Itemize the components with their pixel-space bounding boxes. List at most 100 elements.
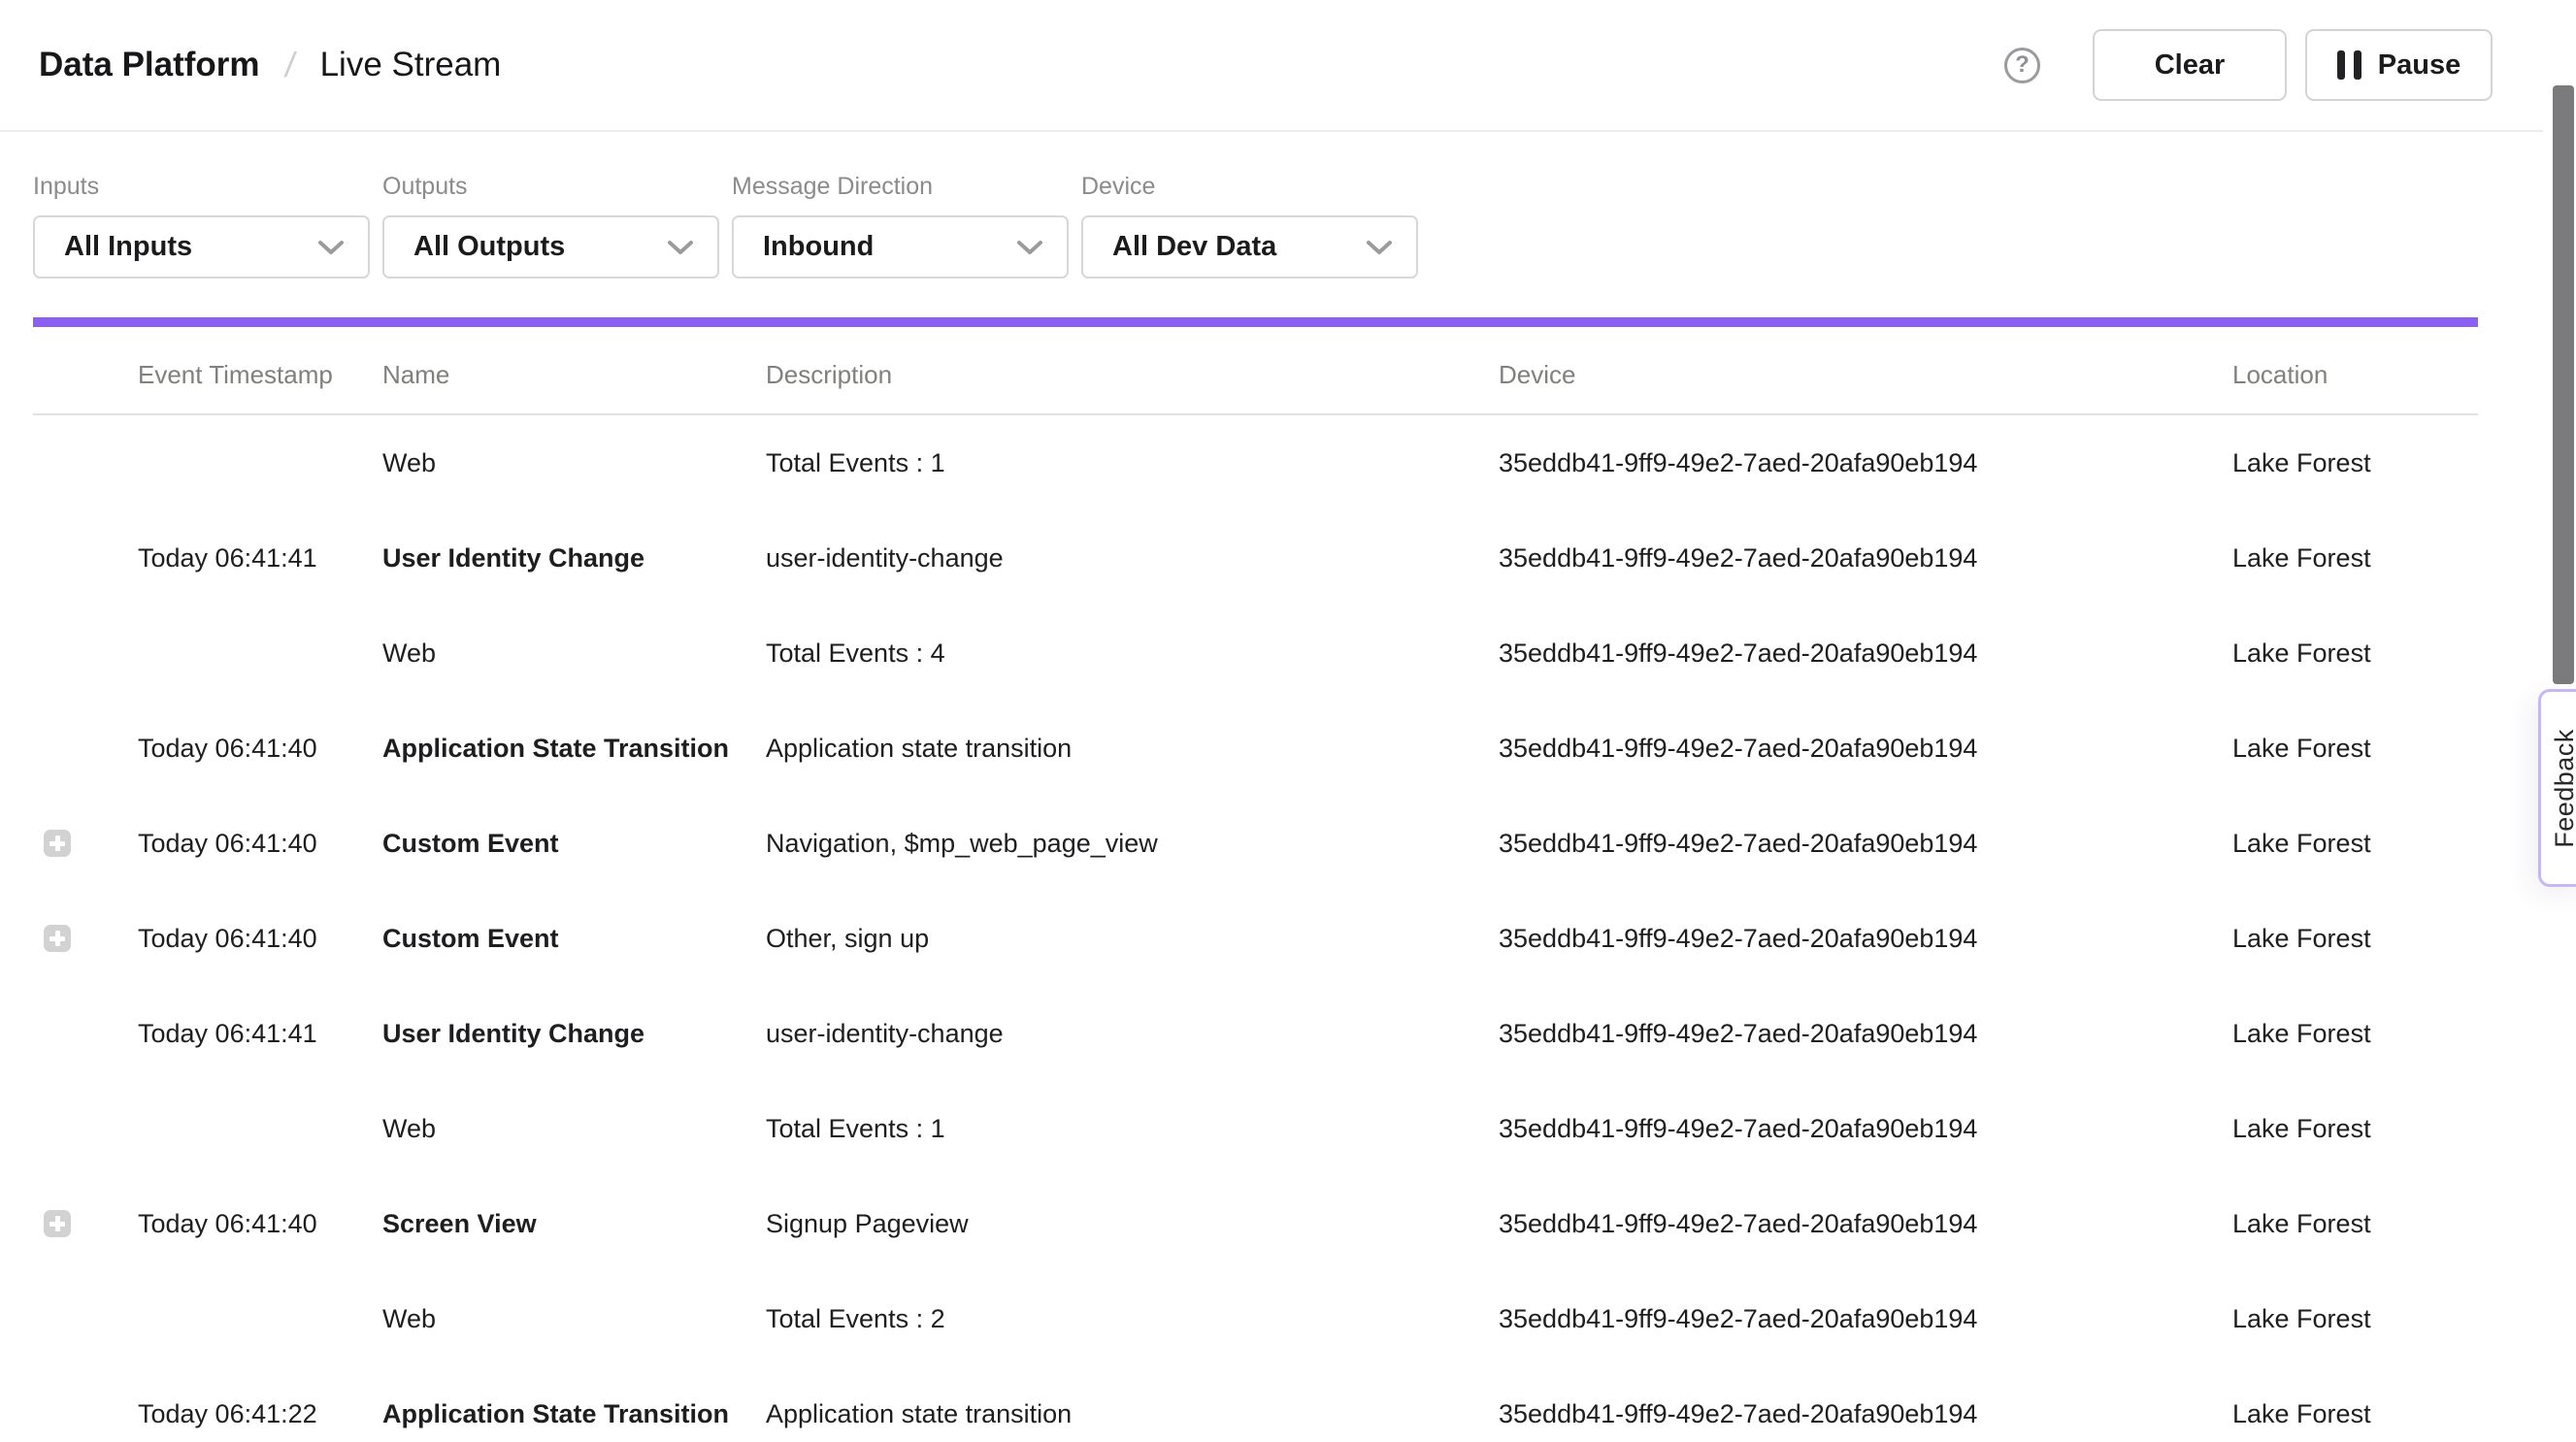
live-stream-page: Data Platform / Live Stream ? Clear Paus… (0, 0, 2576, 1442)
column-header-device: Device (1499, 360, 2232, 413)
accent-divider (33, 317, 2478, 327)
expand-cell (33, 1305, 138, 1332)
cell-location: Lake Forest (2232, 639, 2478, 669)
cell-device: 35eddb41-9ff9-49e2-7aed-20afa90eb194 (1499, 1209, 2232, 1239)
cell-event-timestamp: Today 06:41:22 (138, 1399, 382, 1429)
cell-device: 35eddb41-9ff9-49e2-7aed-20afa90eb194 (1499, 448, 2232, 478)
cell-name: User Identity Change (382, 543, 766, 574)
cell-event-timestamp: Today 06:41:40 (138, 829, 382, 859)
cell-device: 35eddb41-9ff9-49e2-7aed-20afa90eb194 (1499, 924, 2232, 954)
filter-label: Inputs (33, 173, 370, 201)
filter-label: Outputs (382, 173, 719, 201)
filter-selected-value: All Inputs (64, 231, 192, 263)
feedback-tab-label: Feedback (2550, 729, 2576, 848)
cell-description: Total Events : 4 (766, 639, 1499, 669)
feedback-tab[interactable]: Feedback (2538, 689, 2576, 887)
expand-cell (33, 1020, 138, 1047)
filter-label: Message Direction (732, 173, 1069, 201)
cell-device: 35eddb41-9ff9-49e2-7aed-20afa90eb194 (1499, 639, 2232, 669)
expand-cell (33, 925, 138, 952)
cell-description: Navigation, $mp_web_page_view (766, 829, 1499, 859)
table-row: Today 06:41:40 Custom Event Other, sign … (33, 891, 2478, 986)
page-title: Live Stream (320, 46, 502, 84)
expand-cell (33, 639, 138, 667)
help-icon[interactable]: ? (2004, 48, 2040, 83)
cell-description: Application state transition (766, 1399, 1499, 1429)
expand-cell (33, 1210, 138, 1237)
expand-button[interactable] (44, 925, 71, 952)
topbar: Data Platform / Live Stream ? Clear Paus… (0, 0, 2576, 132)
expand-cell (33, 1400, 138, 1427)
filters-bar: Inputs All Inputs Outputs All Outputs (33, 173, 1418, 279)
pause-button[interactable]: Pause (2305, 29, 2493, 101)
table-row: Today 06:41:40 Custom Event Navigation, … (33, 796, 2478, 891)
cell-description: Total Events : 1 (766, 1114, 1499, 1144)
cell-name: User Identity Change (382, 1019, 766, 1049)
cell-location: Lake Forest (2232, 924, 2478, 954)
clear-button[interactable]: Clear (2093, 29, 2287, 101)
column-header-description: Description (766, 360, 1499, 413)
filter-select[interactable]: Inbound (732, 215, 1069, 279)
table-header-row: Event Timestamp Name Description Device … (33, 327, 2478, 415)
scrollbar-thumb[interactable] (2553, 85, 2574, 684)
cell-location: Lake Forest (2232, 829, 2478, 859)
filter-select[interactable]: All Dev Data (1081, 215, 1418, 279)
expand-button[interactable] (44, 1210, 71, 1237)
cell-device: 35eddb41-9ff9-49e2-7aed-20afa90eb194 (1499, 1114, 2232, 1144)
cell-description: user-identity-change (766, 1019, 1499, 1049)
filter-selected-value: All Dev Data (1112, 231, 1276, 263)
cell-device: 35eddb41-9ff9-49e2-7aed-20afa90eb194 (1499, 1304, 2232, 1334)
cell-device: 35eddb41-9ff9-49e2-7aed-20afa90eb194 (1499, 829, 2232, 859)
table-row: Today 06:41:22 Application State Transit… (33, 1366, 2478, 1442)
expand-cell (33, 830, 138, 857)
filter-select[interactable]: All Outputs (382, 215, 719, 279)
cell-name: Web (382, 1304, 766, 1334)
cell-event-timestamp: Today 06:41:40 (138, 1209, 382, 1239)
live-stream-table: Event Timestamp Name Description Device … (33, 327, 2478, 1442)
expand-cell (33, 544, 138, 572)
cell-location: Lake Forest (2232, 1114, 2478, 1144)
cell-description: user-identity-change (766, 543, 1499, 574)
cell-description: Signup Pageview (766, 1209, 1499, 1239)
cell-name: Application State Transition (382, 1399, 766, 1429)
cell-device: 35eddb41-9ff9-49e2-7aed-20afa90eb194 (1499, 543, 2232, 574)
cell-location: Lake Forest (2232, 734, 2478, 764)
filter-group: Message Direction Inbound (732, 173, 1069, 279)
filter-group: Outputs All Outputs (382, 173, 719, 279)
chevron-down-icon (1016, 239, 1043, 256)
topbar-actions: ? Clear Pause (2004, 29, 2493, 101)
chevron-down-icon (667, 239, 694, 256)
column-header-expand (33, 390, 138, 413)
cell-location: Lake Forest (2232, 543, 2478, 574)
filter-group: Inputs All Inputs (33, 173, 370, 279)
filter-label: Device (1081, 173, 1418, 201)
expand-cell (33, 449, 138, 476)
cell-location: Lake Forest (2232, 448, 2478, 478)
cell-description: Other, sign up (766, 924, 1499, 954)
filter-selected-value: Inbound (763, 231, 874, 263)
column-header-event-timestamp: Event Timestamp (138, 360, 382, 413)
cell-location: Lake Forest (2232, 1399, 2478, 1429)
cell-description: Total Events : 1 (766, 448, 1499, 478)
cell-description: Total Events : 2 (766, 1304, 1499, 1334)
expand-cell (33, 1115, 138, 1142)
table-row: Web Total Events : 1 35eddb41-9ff9-49e2-… (33, 415, 2478, 510)
table-row: Today 06:41:41 User Identity Change user… (33, 986, 2478, 1081)
filter-select[interactable]: All Inputs (33, 215, 370, 279)
cell-name: Web (382, 1114, 766, 1144)
cell-device: 35eddb41-9ff9-49e2-7aed-20afa90eb194 (1499, 734, 2232, 764)
cell-event-timestamp: Today 06:41:40 (138, 734, 382, 764)
cell-location: Lake Forest (2232, 1209, 2478, 1239)
cell-location: Lake Forest (2232, 1019, 2478, 1049)
cell-device: 35eddb41-9ff9-49e2-7aed-20afa90eb194 (1499, 1019, 2232, 1049)
cell-device: 35eddb41-9ff9-49e2-7aed-20afa90eb194 (1499, 1399, 2232, 1429)
table-row: Web Total Events : 4 35eddb41-9ff9-49e2-… (33, 606, 2478, 701)
cell-event-timestamp: Today 06:41:41 (138, 543, 382, 574)
cell-location: Lake Forest (2232, 1304, 2478, 1334)
filter-selected-value: All Outputs (413, 231, 565, 263)
filter-group: Device All Dev Data (1081, 173, 1418, 279)
table-row: Web Total Events : 2 35eddb41-9ff9-49e2-… (33, 1271, 2478, 1366)
chevron-down-icon (317, 239, 345, 256)
cell-event-timestamp: Today 06:41:41 (138, 1019, 382, 1049)
expand-button[interactable] (44, 830, 71, 857)
